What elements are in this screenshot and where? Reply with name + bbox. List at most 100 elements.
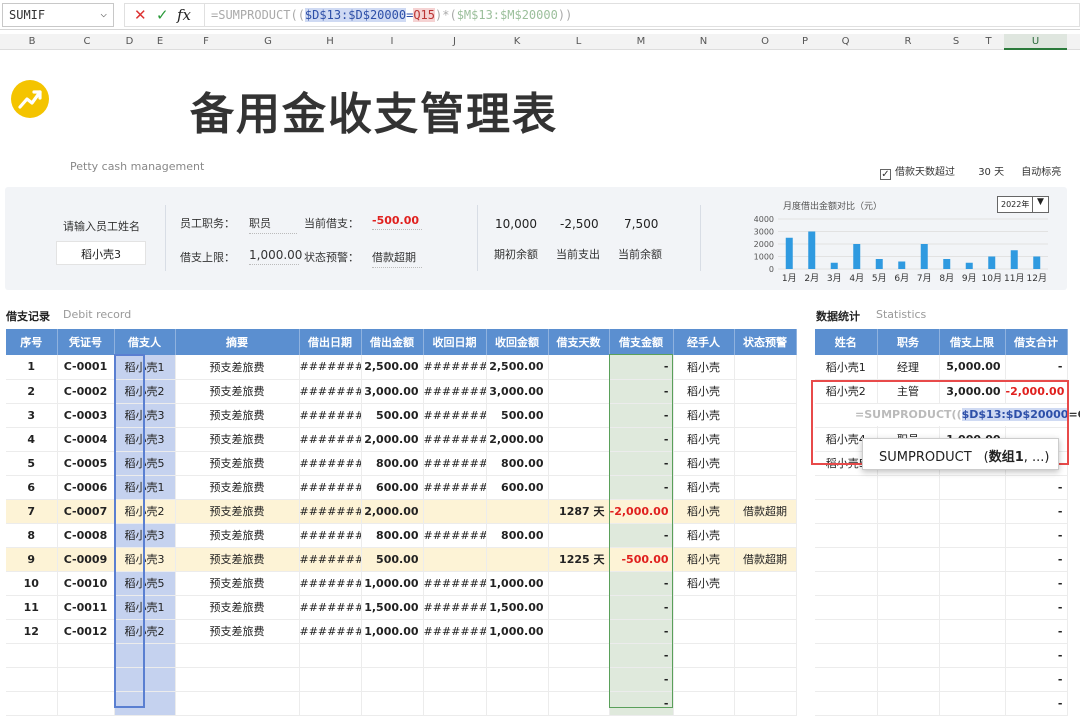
table-cell[interactable] xyxy=(423,667,487,692)
table-cell[interactable] xyxy=(877,523,940,548)
table-cell[interactable]: 预支差旅费 xyxy=(175,379,300,404)
table-cell[interactable]: 2,500.00 xyxy=(486,355,549,380)
table-cell[interactable]: 稻小壳2 xyxy=(114,379,176,404)
table-cell[interactable]: - xyxy=(1005,523,1068,548)
table-cell[interactable]: - xyxy=(609,571,674,596)
table-cell[interactable] xyxy=(877,619,940,644)
table-cell[interactable] xyxy=(423,643,487,668)
table-cell[interactable]: ######## xyxy=(299,619,362,644)
col-header-p[interactable]: P xyxy=(796,36,814,47)
table-cell[interactable]: ######## xyxy=(299,403,362,428)
table-cell[interactable]: 2,000.00 xyxy=(486,427,549,452)
table-cell[interactable] xyxy=(175,643,300,668)
table-cell[interactable]: 4 xyxy=(6,427,58,452)
col-header-o[interactable]: O xyxy=(734,36,796,47)
col-header-m[interactable]: M xyxy=(609,36,673,47)
table-cell[interactable]: 3 xyxy=(6,403,58,428)
table-cell[interactable] xyxy=(734,571,797,596)
col-header-q[interactable]: Q xyxy=(814,36,877,47)
table-cell[interactable]: C-0004 xyxy=(57,427,115,452)
table-row[interactable]: - xyxy=(815,643,1068,668)
table-cell[interactable]: 稻小壳5 xyxy=(114,571,176,596)
table-cell[interactable]: 借款超期 xyxy=(734,547,797,572)
table-cell[interactable]: 9 xyxy=(6,547,58,572)
table-cell[interactable]: 2,500.00 xyxy=(361,355,424,380)
table-cell[interactable]: - xyxy=(609,619,674,644)
table-cell[interactable]: 800.00 xyxy=(486,451,549,476)
table-cell[interactable]: - xyxy=(1005,643,1068,668)
table-cell[interactable] xyxy=(734,619,797,644)
table-cell[interactable] xyxy=(673,691,735,716)
table-cell[interactable]: C-0003 xyxy=(57,403,115,428)
table-cell[interactable]: - xyxy=(609,379,674,404)
table-cell[interactable]: 稻小壳3 xyxy=(114,547,176,572)
table-cell[interactable] xyxy=(175,667,300,692)
table-cell[interactable]: 稻小壳2 xyxy=(114,499,176,524)
name-box[interactable]: SUMIF ⌵ xyxy=(2,3,114,27)
table-cell[interactable]: 1,000.00 xyxy=(486,619,549,644)
table-cell[interactable]: 稻小壳 xyxy=(673,403,735,428)
table-cell[interactable]: 稻小壳1 xyxy=(114,475,176,500)
table-cell[interactable]: 预支差旅费 xyxy=(175,499,300,524)
table-row[interactable]: 3C-0003稻小壳3预支差旅费########500.00########50… xyxy=(6,403,797,428)
year-select[interactable]: 2022年 ▼ xyxy=(997,196,1049,213)
table-cell[interactable]: 1,500.00 xyxy=(361,595,424,620)
table-cell[interactable] xyxy=(734,403,797,428)
table-cell[interactable]: ######## xyxy=(423,475,487,500)
table-cell[interactable]: - xyxy=(609,523,674,548)
table-cell[interactable]: 预支差旅费 xyxy=(175,547,300,572)
table-cell[interactable] xyxy=(877,571,940,596)
table-cell[interactable] xyxy=(299,667,362,692)
table-cell[interactable]: 3,000.00 xyxy=(486,379,549,404)
table-cell[interactable]: - xyxy=(609,427,674,452)
table-cell[interactable] xyxy=(673,595,735,620)
table-cell[interactable]: 稻小壳 xyxy=(673,379,735,404)
table-cell[interactable]: ######## xyxy=(299,523,362,548)
table-cell[interactable]: 稻小壳1 xyxy=(114,355,176,380)
table-cell[interactable] xyxy=(877,643,940,668)
table-cell[interactable]: 1,000.00 xyxy=(486,571,549,596)
table-cell[interactable]: ######## xyxy=(299,451,362,476)
table-cell[interactable]: - xyxy=(609,691,674,716)
table-cell[interactable] xyxy=(877,499,940,524)
table-cell[interactable] xyxy=(815,499,878,524)
table-row[interactable]: 4C-0004稻小壳3预支差旅费########2,000.00########… xyxy=(6,427,797,452)
table-cell[interactable] xyxy=(939,523,1006,548)
table-cell[interactable]: ######## xyxy=(299,499,362,524)
table-cell[interactable] xyxy=(423,499,487,524)
table-cell[interactable] xyxy=(486,667,549,692)
table-cell[interactable]: 稻小壳 xyxy=(673,475,735,500)
table-cell[interactable]: 1225 天 xyxy=(548,547,610,572)
table-cell[interactable]: 500.00 xyxy=(361,547,424,572)
table-cell[interactable]: 稻小壳 xyxy=(673,499,735,524)
table-cell[interactable]: ######## xyxy=(423,619,487,644)
table-cell[interactable]: 800.00 xyxy=(361,523,424,548)
table-cell[interactable] xyxy=(548,379,610,404)
confirm-icon[interactable]: ✓ xyxy=(156,6,169,24)
table-cell[interactable] xyxy=(815,571,878,596)
table-cell[interactable]: 预支差旅费 xyxy=(175,475,300,500)
table-row[interactable]: - xyxy=(815,499,1068,524)
table-cell[interactable]: 1,500.00 xyxy=(486,595,549,620)
table-cell[interactable] xyxy=(815,523,878,548)
table-cell[interactable] xyxy=(939,547,1006,572)
table-cell[interactable]: 1287 天 xyxy=(548,499,610,524)
table-cell[interactable] xyxy=(548,403,610,428)
table-cell[interactable]: 2,000.00 xyxy=(361,427,424,452)
table-cell[interactable] xyxy=(486,643,549,668)
table-cell[interactable] xyxy=(815,619,878,644)
table-cell[interactable]: - xyxy=(609,475,674,500)
table-cell[interactable]: 600.00 xyxy=(361,475,424,500)
table-row[interactable]: 12C-0012稻小壳2预支差旅费########1,000.00#######… xyxy=(6,619,797,644)
col-header-i[interactable]: I xyxy=(361,36,423,47)
table-row[interactable]: 6C-0006稻小壳1预支差旅费########600.00########60… xyxy=(6,475,797,500)
table-cell[interactable]: 稻小壳 xyxy=(673,451,735,476)
table-cell[interactable]: - xyxy=(1005,499,1068,524)
table-cell[interactable]: C-0010 xyxy=(57,571,115,596)
table-cell[interactable] xyxy=(939,667,1006,692)
table-cell[interactable] xyxy=(548,571,610,596)
col-header-c[interactable]: C xyxy=(64,36,110,47)
table-cell[interactable] xyxy=(734,427,797,452)
table-cell[interactable] xyxy=(815,643,878,668)
table-cell[interactable]: - xyxy=(609,403,674,428)
